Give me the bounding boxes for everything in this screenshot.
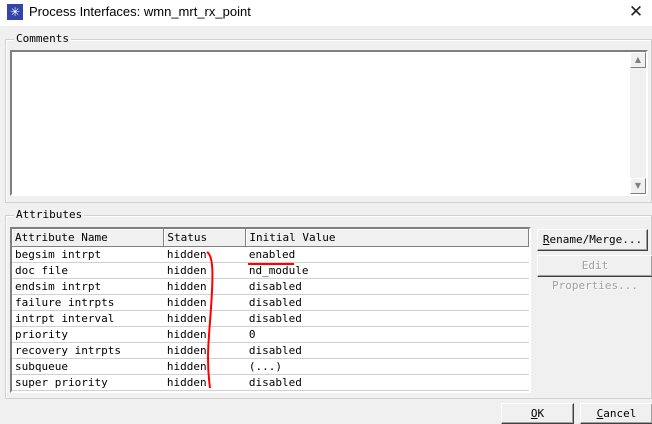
cell-name[interactable]: endsim intrpt <box>12 278 164 295</box>
cell-status[interactable]: hidden <box>163 246 246 263</box>
table-row[interactable]: begsim intrpt hidden enabled <box>12 246 529 263</box>
cell-name[interactable]: intrpt interval <box>12 310 164 327</box>
cell-value[interactable]: disabled <box>245 310 529 327</box>
table-row[interactable]: doc file hidden nd_module <box>12 262 529 279</box>
table-row[interactable]: endsim intrpt hidden disabled <box>12 278 529 295</box>
column-header-status[interactable]: Status <box>163 229 247 247</box>
ok-hotkey: O <box>530 407 538 420</box>
cell-name[interactable]: doc file <box>12 262 164 279</box>
cancel-button[interactable]: Cancel <box>580 403 652 424</box>
cell-value[interactable]: 0 <box>245 326 529 343</box>
rename-merge-button[interactable]: Rename/Merge... <box>537 229 648 251</box>
ok-label: K <box>537 407 545 420</box>
cell-value[interactable]: disabled <box>245 342 529 359</box>
comments-scrollbar[interactable]: ▲ ▼ <box>630 52 646 194</box>
star-app-icon: ✳ <box>7 4 23 20</box>
cell-name[interactable]: priority <box>12 326 164 343</box>
cell-value[interactable]: enabled <box>245 246 529 263</box>
cell-status[interactable]: hidden <box>163 278 246 295</box>
column-header-initial-value[interactable]: Initial Value <box>245 229 529 247</box>
attributes-label: Attributes <box>14 208 85 221</box>
table-row[interactable]: failure intrpts hidden disabled <box>12 294 529 311</box>
cell-value[interactable]: disabled <box>245 278 529 295</box>
comments-label: Comments <box>14 32 71 45</box>
cell-value[interactable]: (...) <box>245 358 529 375</box>
cell-name[interactable]: recovery intrpts <box>12 342 164 359</box>
cancel-label: ancel <box>603 407 637 420</box>
edit-properties-button[interactable]: Edit Properties... <box>537 255 652 292</box>
cell-status[interactable]: hidden <box>163 310 246 327</box>
attributes-table: Attribute Name Status Initial Value begs… <box>12 229 529 391</box>
cell-value[interactable]: disabled <box>245 374 529 391</box>
rename-label: ename/Merge... <box>549 233 643 246</box>
cell-value[interactable]: disabled <box>245 294 529 311</box>
ok-button[interactable]: OK <box>501 403 574 424</box>
cell-value[interactable]: nd_module <box>245 262 529 279</box>
cell-name[interactable]: subqueue <box>12 358 164 375</box>
title-bar: ✳ Process Interfaces: wmn_mrt_rx_point ✕ <box>0 0 652 26</box>
column-header-attribute-name[interactable]: Attribute Name <box>12 229 165 247</box>
table-row[interactable]: priority hidden 0 <box>12 326 529 343</box>
table-row[interactable]: recovery intrpts hidden disabled <box>12 342 529 359</box>
cell-name[interactable]: begsim intrpt <box>12 246 164 263</box>
cell-status[interactable]: hidden <box>163 342 246 359</box>
cell-status[interactable]: hidden <box>163 358 246 375</box>
attributes-table-frame: Attribute Name Status Initial Value begs… <box>10 227 531 393</box>
cell-status[interactable]: hidden <box>163 374 246 391</box>
scroll-down-icon[interactable]: ▼ <box>630 178 646 194</box>
close-icon[interactable]: ✕ <box>624 1 648 23</box>
scroll-up-icon[interactable]: ▲ <box>630 52 646 68</box>
window-title: Process Interfaces: wmn_mrt_rx_point <box>29 4 251 19</box>
cell-name[interactable]: super priority <box>12 374 164 391</box>
comments-textarea[interactable]: ▲ ▼ <box>10 50 648 196</box>
cell-status[interactable]: hidden <box>163 294 246 311</box>
table-row[interactable]: super priority hidden disabled <box>12 374 529 391</box>
cell-status[interactable]: hidden <box>163 326 246 343</box>
cell-name[interactable]: failure intrpts <box>12 294 164 311</box>
table-row[interactable]: subqueue hidden (...) <box>12 358 529 375</box>
cell-status[interactable]: hidden <box>163 262 246 279</box>
table-row[interactable]: intrpt interval hidden disabled <box>12 310 529 327</box>
